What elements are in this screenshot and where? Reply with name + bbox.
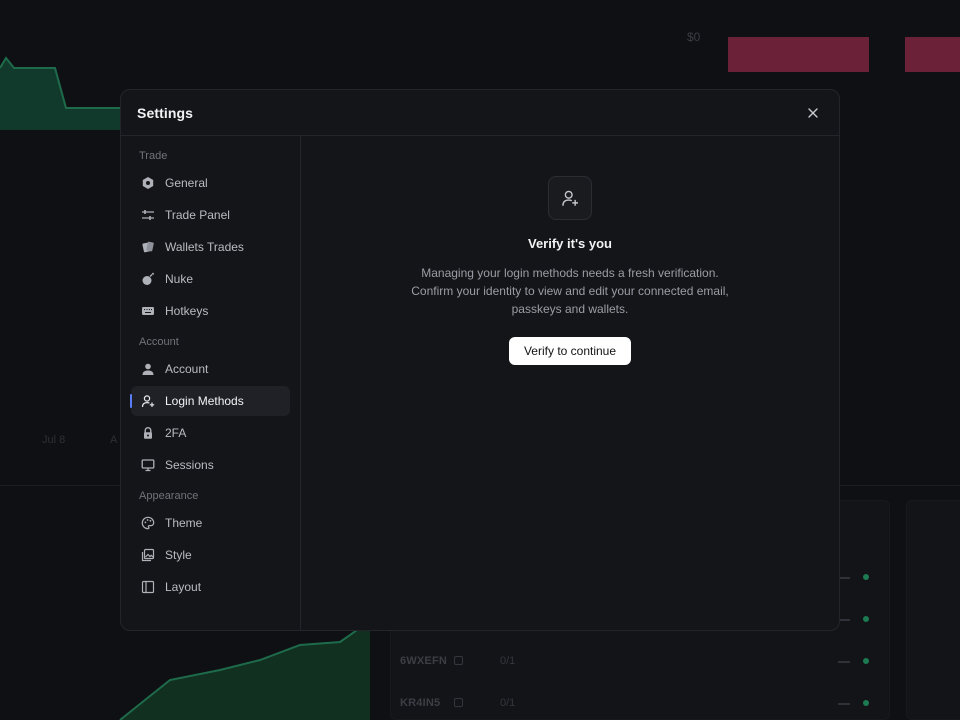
sidebar-item-login-methods[interactable]: Login Methods: [130, 386, 290, 416]
sidebar-item-sessions[interactable]: Sessions: [131, 450, 290, 480]
bg-side-panel: [906, 500, 960, 720]
settings-sidebar: Trade General Trade Panel Wallets Trades: [121, 136, 301, 630]
monitor-icon: [141, 458, 155, 472]
bg-area-chart-top: [0, 56, 130, 130]
bg-x-label: Jul 8: [42, 434, 66, 446]
keyboard-icon: [141, 304, 155, 318]
sidebar-item-label: Sessions: [165, 458, 214, 472]
sidebar-item-style[interactable]: Style: [131, 540, 290, 570]
verify-description-line: Confirm your identity to view and edit y…: [411, 284, 729, 298]
sidebar-group-label: Appearance: [139, 490, 199, 502]
bg-row-id: 6WXEFN: [400, 655, 448, 667]
sidebar-group-label: Account: [139, 336, 179, 348]
bg-trade-row: KR4IN5 0/1: [400, 697, 880, 711]
bomb-icon: [141, 272, 155, 286]
sidebar-item-label: Wallets Trades: [165, 240, 244, 254]
sidebar-item-wallets-trades[interactable]: Wallets Trades: [131, 232, 290, 262]
sidebar-item-label: General: [165, 176, 208, 190]
close-button[interactable]: [803, 103, 823, 123]
sidebar-item-label: Layout: [165, 580, 202, 594]
user-plus-icon: [562, 190, 578, 206]
image-stack-icon: [141, 548, 155, 562]
close-icon: [808, 107, 818, 118]
bg-row-id: KR4IN5: [400, 697, 441, 709]
sidebar-item-account[interactable]: Account: [131, 354, 290, 384]
sidebar-item-label: Hotkeys: [165, 304, 209, 318]
palette-icon: [141, 516, 155, 530]
sidebar-item-general[interactable]: General: [131, 168, 290, 198]
verify-title: Verify it's you: [527, 236, 612, 251]
verify-to-continue-button[interactable]: Verify to continue: [509, 337, 631, 365]
modal-header: Settings: [121, 90, 839, 136]
sidebar-item-hotkeys[interactable]: Hotkeys: [131, 296, 290, 326]
sidebar-item-2fa[interactable]: 2FA: [131, 418, 290, 448]
copy-icon: [454, 656, 463, 665]
copy-icon: [454, 698, 463, 707]
sidebar-item-trade-panel[interactable]: Trade Panel: [131, 200, 290, 230]
verify-description: Managing your login methods needs a fres…: [391, 264, 749, 318]
verify-description-line: Managing your login methods needs a fres…: [421, 266, 719, 280]
bg-row-ratio: 0/1: [500, 697, 516, 709]
bg-trade-row: 6WXEFN 0/1: [400, 655, 880, 669]
sidebar-item-theme[interactable]: Theme: [131, 508, 290, 538]
settings-modal: Settings Trade General Trade Panel Walle…: [120, 89, 840, 631]
user-plus-icon: [141, 394, 155, 408]
verify-user-plus-icon: [548, 176, 592, 220]
login-methods-content: Verify it's you Managing your login meth…: [301, 136, 839, 630]
sliders-icon: [141, 208, 155, 222]
sidebar-item-label: Nuke: [165, 272, 194, 286]
hexagon-gear-icon: [141, 176, 155, 190]
sidebar-item-label: 2FA: [165, 426, 187, 440]
sidebar-item-label: Account: [165, 362, 209, 376]
bg-row-ratio: 0/1: [500, 655, 516, 667]
lock-icon: [141, 426, 155, 440]
bg-candle-bar: [905, 37, 960, 72]
cards-icon: [141, 240, 155, 254]
bg-price-label: $0: [687, 30, 701, 44]
bg-x-label: A: [110, 434, 118, 446]
modal-title: Settings: [137, 104, 194, 121]
layout-sidebar-icon: [141, 580, 155, 594]
sidebar-item-nuke[interactable]: Nuke: [131, 264, 290, 294]
user-icon: [141, 362, 155, 376]
sidebar-item-label: Theme: [165, 516, 203, 530]
sidebar-group-label: Trade: [139, 150, 168, 162]
sidebar-item-label: Login Methods: [165, 394, 244, 408]
sidebar-item-layout[interactable]: Layout: [131, 572, 290, 602]
bg-candle-bar: [728, 37, 869, 72]
sidebar-item-label: Style: [165, 548, 192, 562]
verify-description-line: passkeys and wallets.: [511, 302, 629, 316]
sidebar-item-label: Trade Panel: [165, 208, 230, 222]
